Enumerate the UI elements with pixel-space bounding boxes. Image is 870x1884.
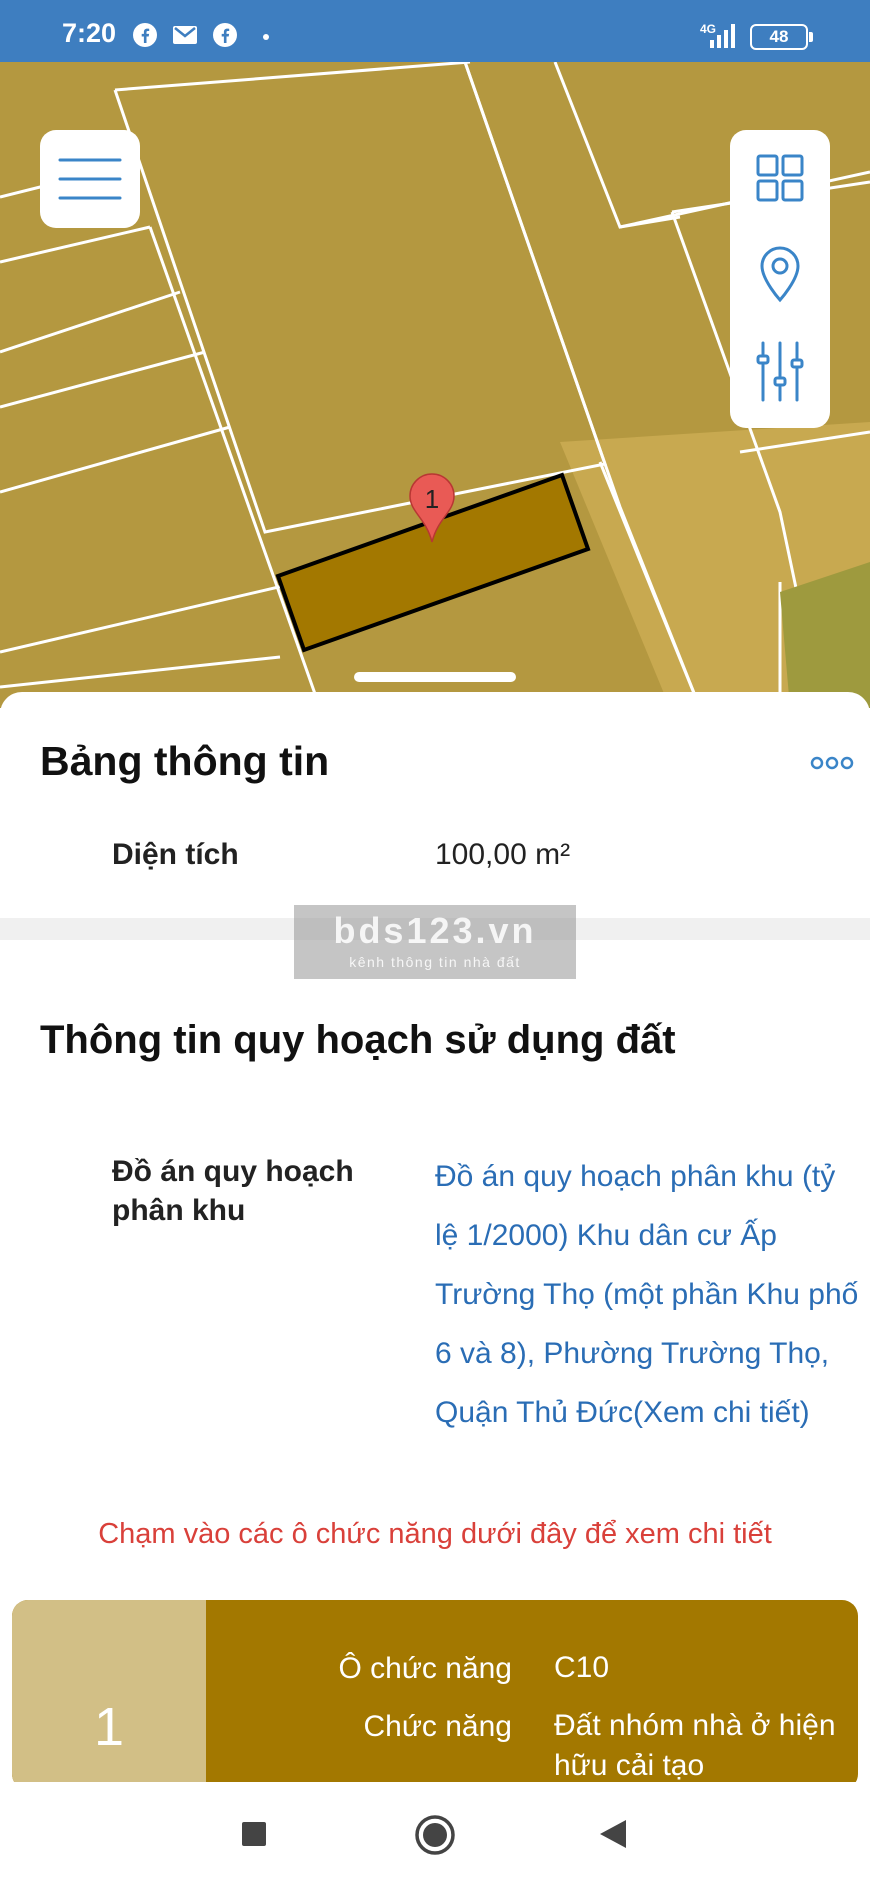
sheet-drag-handle[interactable] xyxy=(354,672,516,682)
function-type-value: Đất nhóm nhà ở hiện hữu cải tạo xyxy=(554,1709,836,1782)
signal-icon xyxy=(710,24,735,48)
function-cell-number: 1 xyxy=(93,1697,125,1757)
info-sheet-title: Bảng thông tin xyxy=(40,738,330,784)
watermark-subtitle: kênh thông tin nhà đất xyxy=(349,954,521,970)
function-hint-text: Chạm vào các ô chức năng dưới đây để xem… xyxy=(98,1518,772,1550)
filter-sliders-icon[interactable] xyxy=(755,338,805,408)
recent-apps-icon[interactable] xyxy=(240,1820,268,1848)
hamburger-menu-icon xyxy=(58,158,122,200)
status-bar: 7:20 4G 48 xyxy=(0,0,870,62)
location-pin-icon[interactable] xyxy=(755,242,805,312)
watermark-title: bds123.vn xyxy=(333,910,537,951)
area-label: Diện tích xyxy=(112,838,239,871)
menu-button[interactable] xyxy=(40,130,140,228)
gmail-icon xyxy=(173,26,197,44)
back-icon[interactable] xyxy=(598,1818,628,1850)
function-cell-card[interactable]: 1 Ô chức năng C10 Chức năng Đất nhóm nhà… xyxy=(12,1600,858,1790)
watermark: bds123.vn kênh thông tin nhà đất xyxy=(294,905,576,979)
function-code-value: C10 xyxy=(554,1651,610,1684)
status-time: 7:20 xyxy=(62,18,117,48)
plan-label: Đồ án quy hoạch phân khu xyxy=(112,1155,354,1227)
facebook-icon xyxy=(213,23,237,47)
function-code-label: Ô chức năng xyxy=(338,1652,512,1685)
plan-detail-link[interactable]: Đồ án quy hoạch phân khu (tỷ lệ 1/2000) … xyxy=(435,1147,860,1442)
grid-layers-icon[interactable] xyxy=(755,148,805,218)
dot-icon xyxy=(263,34,269,40)
function-type-label: Chức năng xyxy=(363,1710,512,1743)
area-value: 100,00 m² xyxy=(435,838,571,871)
map-tools-panel xyxy=(730,130,830,428)
facebook-icon xyxy=(133,23,157,47)
battery-indicator: 48 xyxy=(750,24,813,50)
function-cell-number-box: 1 xyxy=(12,1600,206,1790)
map-marker-label: 1 xyxy=(425,484,439,514)
system-navigation-bar xyxy=(0,1782,870,1884)
more-options-icon[interactable] xyxy=(810,755,854,771)
home-icon[interactable] xyxy=(414,1814,456,1856)
planning-section-title: Thông tin quy hoạch sử dụng đất xyxy=(40,1018,676,1062)
battery-level: 48 xyxy=(769,27,789,46)
